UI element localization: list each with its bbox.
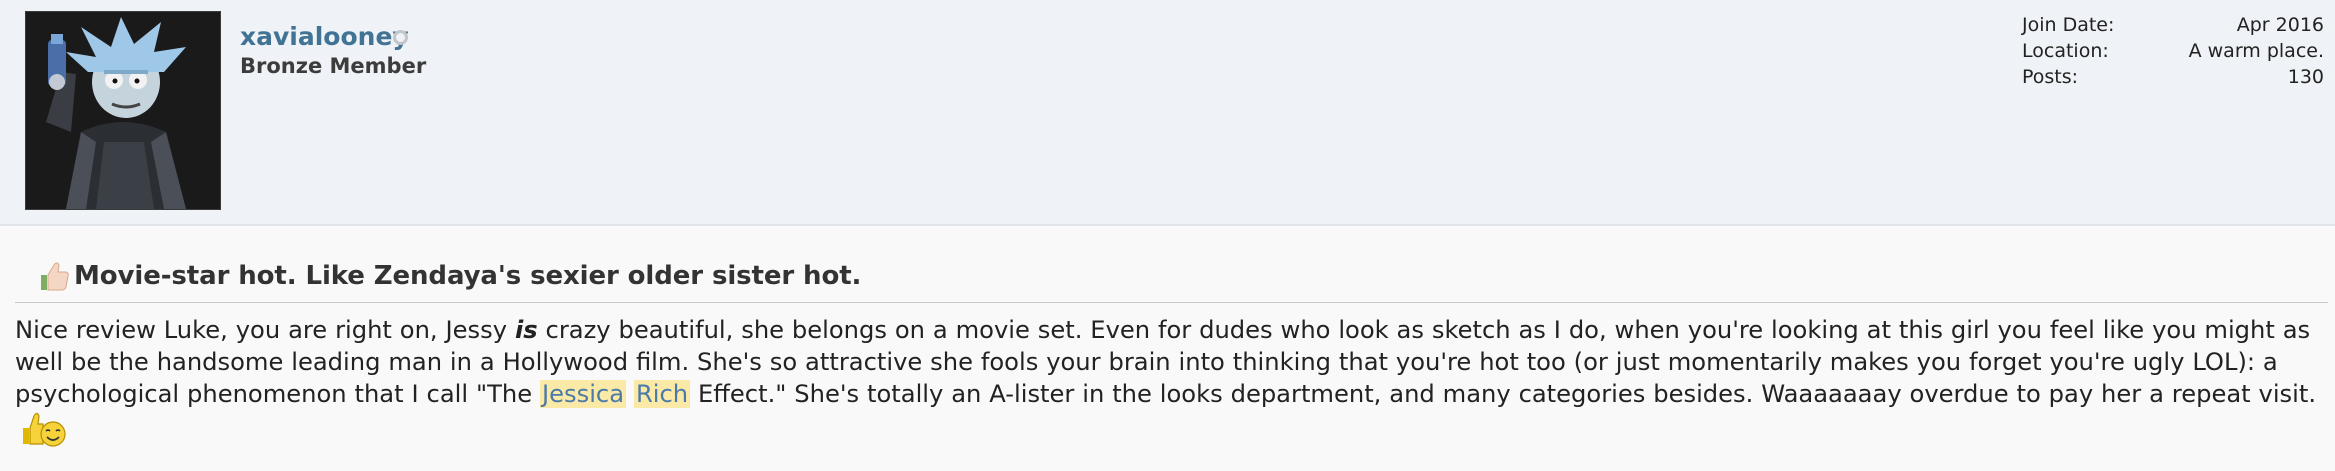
forum-post: xavialooney Bronze Member Join Date: Apr… [0, 0, 2335, 471]
user-title: Bronze Member [240, 54, 427, 78]
post-message: Nice review Luke, you are right on, Jess… [15, 314, 2325, 452]
post-content: Movie-star hot. Like Zendaya's sexier ol… [0, 226, 2335, 471]
stat-value: A warm place. [2188, 40, 2324, 62]
user-info-panel: xavialooney Bronze Member Join Date: Apr… [0, 0, 2335, 226]
avatar[interactable] [25, 11, 221, 210]
stat-posts: Posts: 130 [2022, 64, 2324, 90]
stat-value: 130 [2287, 66, 2324, 88]
message-emphasis: is [514, 316, 538, 344]
message-text: Effect." She's totally an A-lister in th… [690, 380, 2317, 408]
thumbs-up-smiley-icon [23, 412, 66, 447]
message-text: Nice review Luke, you are right on, Jess… [15, 316, 515, 344]
stat-label: Location: [2022, 40, 2109, 62]
offline-status-icon [393, 30, 408, 45]
user-stats: Join Date: Apr 2016 Location: A warm pla… [2022, 12, 2324, 90]
stat-location: Location: A warm place. [2022, 38, 2324, 64]
search-highlight: Jessica [539, 380, 627, 408]
post-title: Movie-star hot. Like Zendaya's sexier ol… [37, 259, 861, 293]
stat-value: Apr 2016 [2236, 14, 2324, 36]
rick-avatar-icon [26, 12, 220, 209]
stat-join-date: Join Date: Apr 2016 [2022, 12, 2324, 38]
thumbs-up-icon [41, 262, 69, 291]
stat-label: Posts: [2022, 66, 2079, 88]
search-highlight: Rich [633, 380, 691, 408]
username-link[interactable]: xavialooney [240, 22, 409, 51]
stat-label: Join Date: [2022, 14, 2115, 36]
title-divider [15, 302, 2328, 303]
post-title-text: Movie-star hot. Like Zendaya's sexier ol… [74, 261, 862, 291]
